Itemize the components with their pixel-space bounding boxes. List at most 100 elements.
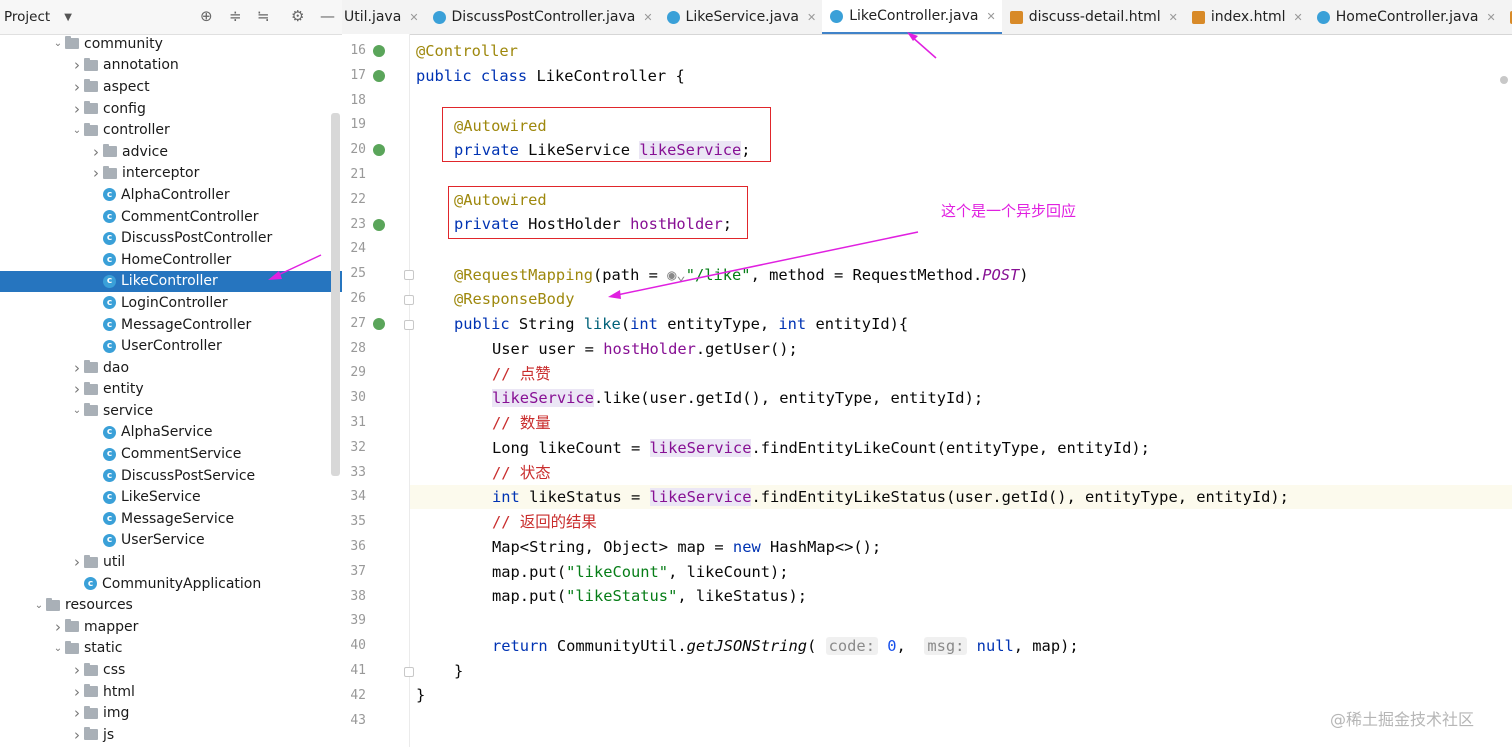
project-tree: ⌄ community › annotation › aspect › config ⌄ cont… xyxy=(0,33,342,746)
chevron-right-icon[interactable]: › xyxy=(70,380,84,398)
spring-check-icon[interactable] xyxy=(373,45,385,57)
tree-item[interactable]: ⌄ community xyxy=(0,33,342,55)
chevron-right-icon[interactable]: › xyxy=(70,726,84,744)
editor-tab[interactable]: index.html ✕ xyxy=(1184,0,1309,34)
spring-bean-icon[interactable] xyxy=(373,69,385,82)
chevron-right-icon[interactable]: › xyxy=(70,56,84,74)
class-icon: c xyxy=(84,577,97,591)
chevron-right-icon[interactable]: › xyxy=(70,100,84,118)
chevron-down-icon[interactable]: ⌄ xyxy=(32,600,46,611)
expand-all-icon[interactable]: ≑ xyxy=(229,7,242,25)
editor-tab[interactable]: discuss xyxy=(1502,0,1512,34)
tree-item[interactable]: c AlphaService xyxy=(0,422,342,444)
project-title[interactable]: Project xyxy=(4,9,50,25)
collapse-all-icon[interactable]: ≒ xyxy=(257,7,270,25)
tree-item[interactable]: c UserController xyxy=(0,335,342,357)
tree-item[interactable]: › util xyxy=(0,551,342,573)
chevron-down-icon[interactable]: ⌄ xyxy=(51,643,65,654)
tree-item[interactable]: › config xyxy=(0,98,342,120)
tree-item[interactable]: › aspect xyxy=(0,76,342,98)
tree-item[interactable]: › dao xyxy=(0,357,342,379)
chevron-right-icon[interactable]: › xyxy=(70,704,84,722)
tree-item-label: MessageService xyxy=(121,510,235,527)
chevron-right-icon[interactable]: › xyxy=(70,683,84,701)
close-icon[interactable]: ✕ xyxy=(807,11,816,24)
line-number: 22 xyxy=(350,191,366,207)
chevron-down-icon[interactable]: ⌄ xyxy=(70,405,84,416)
tree-item-label: AlphaService xyxy=(121,424,213,441)
editor-tab[interactable]: discuss-detail.html ✕ xyxy=(1002,0,1184,34)
close-icon[interactable]: ✕ xyxy=(1294,11,1303,24)
class-icon: c xyxy=(103,274,116,288)
editor-tab[interactable]: LikeService.java ✕ xyxy=(659,0,823,34)
locate-icon[interactable]: ⊕ xyxy=(200,7,213,25)
tree-item[interactable]: c CommentService xyxy=(0,443,342,465)
tree-item[interactable]: › mapper xyxy=(0,616,342,638)
spring-bean-icon[interactable] xyxy=(373,317,385,330)
tree-item[interactable]: c CommentController xyxy=(0,206,342,228)
chevron-down-icon[interactable]: ▼ xyxy=(64,12,72,23)
spring-bean-icon[interactable] xyxy=(373,218,385,231)
line-number: 38 xyxy=(350,588,366,604)
tree-item[interactable]: › html xyxy=(0,681,342,703)
html-file-icon xyxy=(1009,10,1023,24)
hide-icon[interactable]: — xyxy=(320,7,335,25)
line-number: 24 xyxy=(350,241,366,257)
tree-item[interactable]: ⌄ resources xyxy=(0,594,342,616)
tree-item[interactable]: c HomeController xyxy=(0,249,342,271)
tree-item[interactable]: c DiscussPostController xyxy=(0,227,342,249)
tree-item[interactable]: c UserService xyxy=(0,530,342,552)
tree-item[interactable]: › css xyxy=(0,659,342,681)
tree-item[interactable]: › img xyxy=(0,702,342,724)
tree-item[interactable]: › interceptor xyxy=(0,163,342,185)
tree-item-label: DiscussPostService xyxy=(121,467,256,484)
gear-icon[interactable]: ⚙ xyxy=(291,7,304,25)
tree-item[interactable]: c LikeService xyxy=(0,486,342,508)
spring-bean-icon[interactable] xyxy=(373,144,385,157)
editor-tab[interactable]: HomeController.java ✕ xyxy=(1309,0,1502,34)
tree-scrollbar[interactable] xyxy=(331,113,340,476)
code-line-26: @ResponseBody xyxy=(454,290,575,308)
tree-item[interactable]: ⌄ static xyxy=(0,638,342,660)
tree-item[interactable]: › annotation xyxy=(0,55,342,77)
param-hint-msg: msg: xyxy=(924,637,968,655)
tree-item[interactable]: › entity xyxy=(0,379,342,401)
tree-item[interactable]: c MessageController xyxy=(0,314,342,336)
tree-item[interactable]: c LikeController xyxy=(0,270,342,293)
tree-item[interactable]: c CommunityApplication xyxy=(0,573,342,595)
chevron-right-icon[interactable]: › xyxy=(70,78,84,96)
chevron-right-icon[interactable]: › xyxy=(51,618,65,636)
close-icon[interactable]: ✕ xyxy=(986,10,995,23)
class-icon xyxy=(666,10,680,24)
line-number: 43 xyxy=(350,712,366,728)
close-icon[interactable]: ✕ xyxy=(1486,11,1495,24)
close-icon[interactable]: ✕ xyxy=(643,11,652,24)
line-number: 21 xyxy=(350,167,366,182)
editor-tab[interactable]: Util.java ✕ xyxy=(342,0,425,34)
line-number: 31 xyxy=(350,415,366,430)
chevron-right-icon[interactable]: › xyxy=(89,164,103,182)
close-icon[interactable]: ✕ xyxy=(409,11,418,24)
tree-item[interactable]: › js xyxy=(0,724,342,746)
editor-tab[interactable]: DiscussPostController.java ✕ xyxy=(425,0,659,34)
close-icon[interactable]: ✕ xyxy=(1169,11,1178,24)
chevron-right-icon[interactable]: › xyxy=(70,661,84,679)
chevron-right-icon[interactable]: › xyxy=(89,143,103,161)
tree-item[interactable]: c MessageService xyxy=(0,508,342,530)
tree-item[interactable]: c AlphaController xyxy=(0,184,342,206)
chevron-down-icon[interactable]: ⌄ xyxy=(70,125,84,136)
globe-icon[interactable]: ◉⌄ xyxy=(667,266,686,284)
line-number: 39 xyxy=(350,613,366,629)
chevron-right-icon[interactable]: › xyxy=(70,359,84,377)
editor-tab[interactable]: LikeController.java ✕ xyxy=(822,0,1002,34)
tree-item[interactable]: › advice xyxy=(0,141,342,163)
chevron-down-icon[interactable]: ⌄ xyxy=(51,38,65,49)
tree-item[interactable]: c LoginController xyxy=(0,292,342,314)
tree-item[interactable]: ⌄ controller xyxy=(0,119,342,141)
tree-item[interactable]: ⌄ service xyxy=(0,400,342,422)
line-number: 19 xyxy=(350,117,366,133)
tree-item-label: AlphaController xyxy=(121,186,230,203)
chevron-right-icon[interactable]: › xyxy=(70,553,84,571)
tree-item[interactable]: c DiscussPostService xyxy=(0,465,342,487)
inspection-indicator-icon[interactable] xyxy=(1500,76,1508,84)
